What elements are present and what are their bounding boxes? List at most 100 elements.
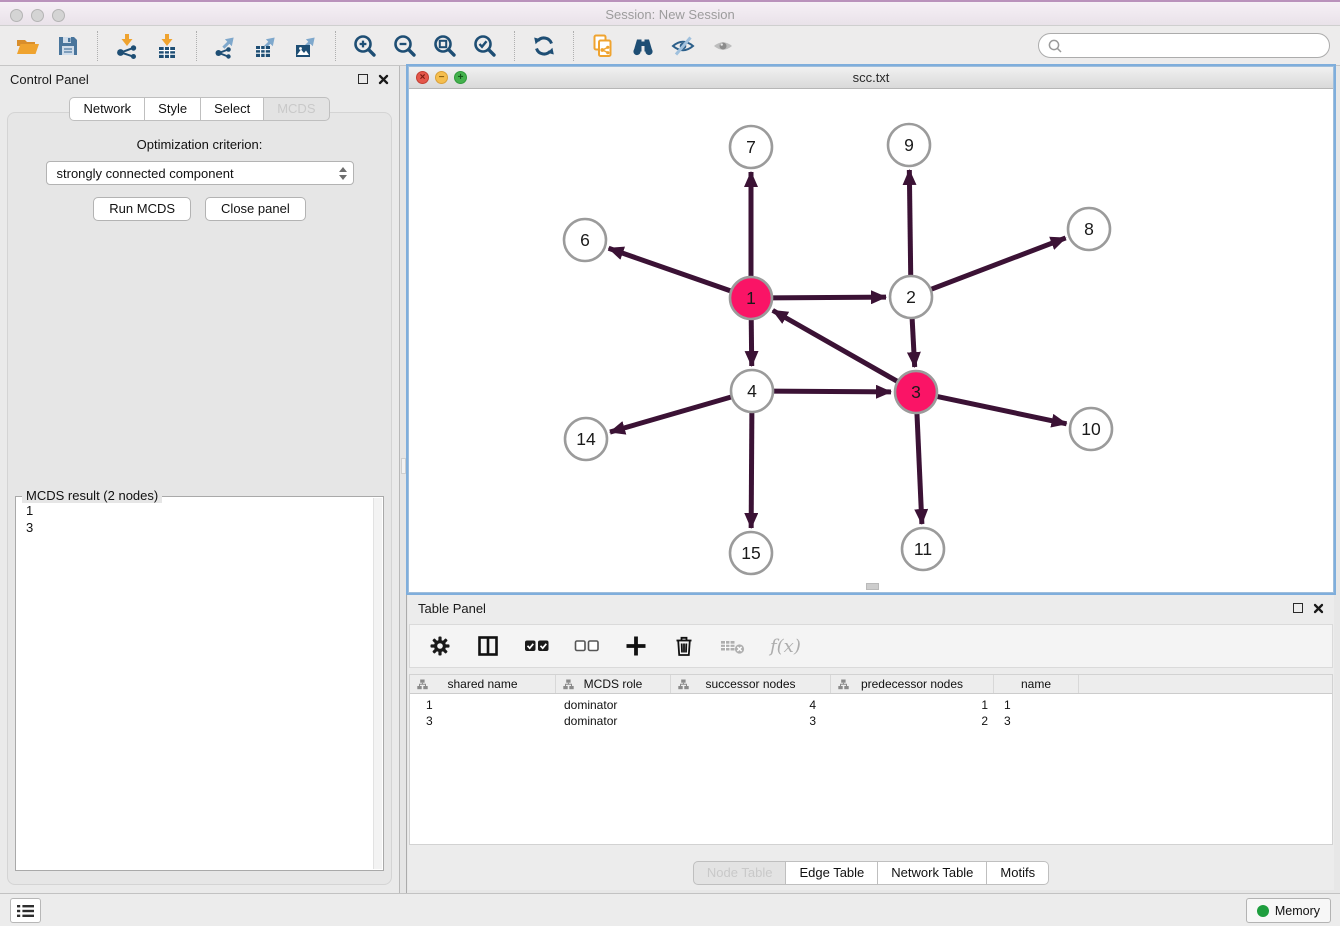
table-cell: 3	[410, 714, 556, 728]
network-window-title: scc.txt	[853, 70, 890, 85]
control-panel: Control Panel NetworkStyleSelectMCDS Opt…	[0, 66, 400, 893]
table-header-row: shared nameMCDS rolesuccessor nodesprede…	[410, 675, 1332, 694]
table-cell: 1	[994, 698, 1079, 712]
import-table-button[interactable]	[147, 29, 187, 63]
open-session-button[interactable]	[8, 29, 48, 63]
open-session-icon	[15, 33, 41, 59]
export-network-button[interactable]	[206, 29, 246, 63]
edge-1-2[interactable]	[770, 297, 886, 298]
deselect-all-button[interactable]	[574, 634, 600, 658]
run-mcds-button[interactable]: Run MCDS	[93, 197, 191, 221]
close-table-panel-icon[interactable]	[1313, 603, 1324, 614]
network-minimize-button[interactable]: −	[435, 71, 448, 84]
edge-4-14[interactable]	[610, 396, 734, 432]
network-canvas[interactable]: 7 9 6 8 1 2 4 3 14 10 15 11	[409, 89, 1333, 592]
status-bar: Memory	[0, 893, 1340, 926]
node-6[interactable]: 6	[564, 219, 606, 261]
splitter-grip[interactable]	[401, 458, 406, 474]
edge-3-10[interactable]	[935, 396, 1067, 424]
control-panel-title: Control Panel	[10, 72, 89, 87]
table-row[interactable]: 1dominator411	[410, 697, 1332, 713]
node-9[interactable]: 9	[888, 124, 930, 166]
mcds-result-title: MCDS result (2 nodes)	[22, 488, 162, 503]
refresh-network-icon	[531, 33, 557, 59]
tab-mcds[interactable]: MCDS	[264, 97, 329, 121]
edge-4-15[interactable]	[751, 410, 752, 528]
node-11[interactable]: 11	[902, 528, 944, 570]
close-panel-button[interactable]: Close panel	[205, 197, 306, 221]
select-all-button[interactable]	[524, 634, 550, 658]
zoom-selected-button[interactable]	[465, 29, 505, 63]
toolbar-separator	[335, 31, 336, 61]
node-4[interactable]: 4	[731, 370, 773, 412]
search-input[interactable]	[1063, 37, 1321, 54]
column-header-MCDS-role[interactable]: MCDS role	[556, 675, 671, 693]
node-15[interactable]: 15	[730, 532, 772, 574]
edge-3-1[interactable]	[773, 310, 900, 382]
add-column-button[interactable]	[624, 634, 648, 658]
tab-motifs[interactable]: Motifs	[987, 861, 1049, 885]
criterion-select[interactable]: strongly connected component	[46, 161, 354, 185]
network-maximize-button[interactable]: +	[454, 71, 467, 84]
close-panel-icon[interactable]	[378, 74, 389, 85]
node-2[interactable]: 2	[890, 276, 932, 318]
tab-select[interactable]: Select	[201, 97, 264, 121]
tab-node-table[interactable]: Node Table	[693, 861, 787, 885]
tab-network[interactable]: Network	[69, 97, 145, 121]
tab-network-table[interactable]: Network Table	[878, 861, 987, 885]
column-selector-button[interactable]	[476, 634, 500, 658]
node-7[interactable]: 7	[730, 126, 772, 168]
export-table-button[interactable]	[246, 29, 286, 63]
network-window-titlebar[interactable]: × − + scc.txt	[409, 67, 1333, 89]
edge-4-3[interactable]	[771, 391, 891, 392]
edge-2-8[interactable]	[929, 238, 1066, 290]
edge-3-11[interactable]	[917, 411, 922, 524]
copy-network-button[interactable]	[583, 29, 623, 63]
node-14[interactable]: 14	[565, 418, 607, 460]
column-header-shared-name[interactable]: shared name	[410, 675, 556, 693]
first-neighbors-button[interactable]	[623, 29, 663, 63]
save-session-icon	[55, 33, 81, 59]
task-history-button[interactable]	[10, 898, 41, 923]
column-header-successor-nodes[interactable]: successor nodes	[671, 675, 831, 693]
frame-resize-handle[interactable]	[866, 583, 879, 590]
hide-selected-icon	[670, 33, 696, 59]
node-1[interactable]: 1	[730, 277, 772, 319]
edge-2-9[interactable]	[909, 170, 910, 278]
export-image-button[interactable]	[286, 29, 326, 63]
import-network-button[interactable]	[107, 29, 147, 63]
tab-style[interactable]: Style	[145, 97, 201, 121]
save-session-button[interactable]	[48, 29, 88, 63]
table-panel: Table Panel f(x) shared nameMCDS rolesuc…	[408, 595, 1334, 890]
edge-2-3[interactable]	[912, 316, 915, 367]
table-options-button[interactable]	[428, 634, 452, 658]
column-header-predecessor-nodes[interactable]: predecessor nodes	[831, 675, 994, 693]
node-8[interactable]: 8	[1068, 208, 1110, 250]
edge-1-6[interactable]	[609, 248, 733, 291]
refresh-network-button[interactable]	[524, 29, 564, 63]
show-all-button[interactable]	[703, 29, 743, 63]
tab-edge-table[interactable]: Edge Table	[786, 861, 878, 885]
network-close-button[interactable]: ×	[416, 71, 429, 84]
node-10[interactable]: 10	[1070, 408, 1112, 450]
hide-selected-button[interactable]	[663, 29, 703, 63]
zoom-in-button[interactable]	[345, 29, 385, 63]
edge-1-4[interactable]	[751, 317, 752, 366]
float-panel-icon[interactable]	[358, 74, 368, 84]
zoom-out-button[interactable]	[385, 29, 425, 63]
search-field[interactable]	[1038, 33, 1330, 58]
zoom-fit-content-button[interactable]	[425, 29, 465, 63]
svg-text:9: 9	[904, 135, 914, 155]
memory-button[interactable]: Memory	[1246, 898, 1331, 923]
tree-icon	[563, 679, 574, 690]
result-scrollbar[interactable]	[373, 498, 382, 869]
table-row[interactable]: 3dominator323	[410, 713, 1332, 729]
delete-column-button[interactable]	[672, 634, 696, 658]
column-header-name[interactable]: name	[994, 675, 1079, 693]
svg-text:11: 11	[914, 539, 932, 559]
float-table-panel-icon[interactable]	[1293, 603, 1303, 613]
search-icon	[1047, 38, 1063, 54]
node-3[interactable]: 3	[895, 371, 937, 413]
panel-splitter[interactable]	[400, 66, 407, 893]
import-table-icon	[154, 33, 180, 59]
